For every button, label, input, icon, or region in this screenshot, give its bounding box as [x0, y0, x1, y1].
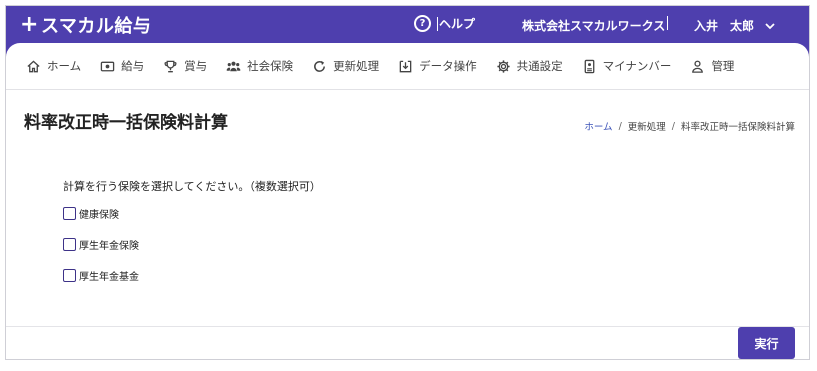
company-name: 株式会社スマカルワークス — [522, 19, 666, 33]
nav-item-label: 共通設定 — [516, 59, 563, 73]
nav-item-salary[interactable]: 給与 — [100, 58, 144, 74]
user-icon — [692, 60, 704, 73]
checkbox-box[interactable] — [63, 269, 76, 282]
run-button[interactable]: 実行 — [738, 327, 795, 359]
breadcrumb-home-link[interactable]: ホーム — [584, 119, 612, 133]
nav-item-bonus[interactable]: 賞与 — [163, 58, 207, 74]
checkbox-box[interactable] — [63, 238, 76, 251]
user-menu[interactable]: 入井 太郎 — [694, 17, 776, 34]
nav-item-label: 管理 — [711, 59, 735, 73]
question-icon: ? — [414, 15, 431, 32]
user-name: 入井 太郎 — [694, 19, 755, 33]
instruction-text: 計算を行う保険を選択してください。（複数選択可） — [63, 180, 321, 193]
nav-item-label: 給与 — [121, 59, 145, 73]
text-cursor — [437, 16, 438, 31]
nav-item-update[interactable]: 更新処理 — [312, 58, 379, 74]
nav-item-label: 更新処理 — [333, 59, 380, 73]
app-window: + スマカル給与 ? ヘルプ 株式会社スマカルワークス 入井 太郎 ホーム 給与 — [5, 5, 810, 360]
checkbox-box[interactable] — [63, 207, 76, 220]
checkbox-label: 厚生年金保険 — [79, 241, 139, 252]
nav-item-label: 社会保険 — [247, 59, 294, 73]
download-icon — [399, 60, 412, 72]
nav-bar: ホーム 給与 賞与 社会保険 更新処理 データ操作 共通設定 マイナンバー 管理 — [6, 43, 809, 90]
logo-text: スマカル給与 — [40, 16, 152, 37]
nav-item-my-number[interactable]: マイナンバー — [582, 58, 672, 74]
header-divider — [667, 16, 668, 30]
breadcrumb-separator: / — [618, 120, 622, 132]
nav-item-home[interactable]: ホーム — [26, 58, 81, 74]
trophy-icon — [164, 60, 177, 72]
checkbox-label: 健康保険 — [79, 210, 119, 221]
checkbox-label: 厚生年金基金 — [79, 272, 139, 283]
footer-divider — [6, 326, 809, 327]
page-title: 料率改正時一括保険料計算 — [24, 113, 228, 133]
nav-item-social-insurance[interactable]: 社会保険 — [226, 58, 293, 74]
people-icon — [226, 61, 241, 71]
home-icon — [27, 59, 40, 72]
app-logo[interactable]: + スマカル給与 — [20, 12, 152, 38]
chevron-down-icon — [765, 22, 775, 29]
breadcrumb-current: 料率改正時一括保険料計算 — [680, 122, 795, 133]
nav-item-label: ホーム — [47, 59, 82, 73]
breadcrumb: ホーム / 更新処理 / 料率改正時一括保険料計算 — [584, 119, 795, 134]
checkbox-pension-insurance[interactable]: 厚生年金保険 — [63, 237, 139, 252]
id-card-icon — [584, 59, 595, 73]
nav-item-label: データ操作 — [419, 59, 477, 73]
refresh-icon — [314, 60, 326, 72]
nav-item-data[interactable]: データ操作 — [398, 58, 477, 74]
breadcrumb-update: 更新処理 — [627, 122, 666, 133]
gear-icon — [497, 59, 510, 73]
breadcrumb-separator: / — [671, 120, 675, 132]
nav-item-admin[interactable]: 管理 — [690, 58, 734, 74]
nav-item-label: マイナンバー — [602, 59, 672, 73]
help-link[interactable]: ? ヘルプ — [414, 15, 475, 32]
checkbox-pension-fund[interactable]: 厚生年金基金 — [63, 268, 139, 283]
help-label: ヘルプ — [439, 17, 476, 31]
logo-plus-icon: + — [20, 12, 39, 37]
payslip-icon — [100, 61, 115, 71]
nav-item-settings[interactable]: 共通設定 — [496, 58, 563, 74]
nav-item-label: 賞与 — [184, 59, 208, 73]
checkbox-health-insurance[interactable]: 健康保険 — [63, 206, 119, 221]
